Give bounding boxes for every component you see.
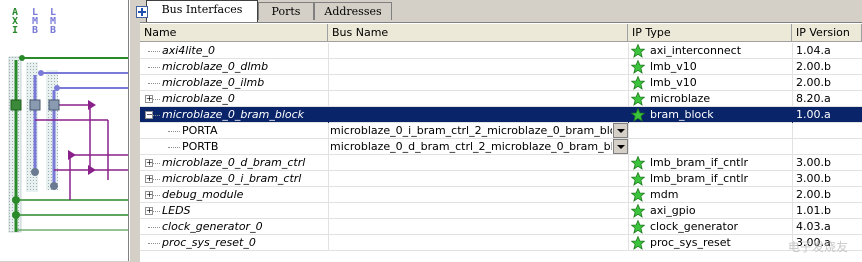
row-name: PORTA — [182, 124, 218, 137]
ip-type: lmb_v10 — [650, 76, 697, 89]
ip-version: 4.03.a — [796, 220, 831, 233]
row-name: LEDS — [162, 204, 191, 217]
column-header-ip-version[interactable]: IP Version — [792, 24, 862, 42]
star-icon — [630, 43, 646, 58]
ip-version: 2.00.b — [796, 60, 831, 73]
star-icon — [630, 155, 646, 170]
table-row[interactable]: PORTB microblaze_0_d_bram_ctrl_2_microbla… — [140, 139, 862, 155]
star-icon — [630, 59, 646, 74]
tab-addresses[interactable]: Addresses — [314, 2, 392, 20]
ip-version: 1.00.a — [796, 108, 831, 121]
ip-type: axi_gpio — [650, 204, 696, 217]
bus-connectivity-panel: AXI LMB LMB — [0, 0, 129, 261]
ip-type: mdm — [650, 188, 679, 201]
row-name: proc_sys_reset_0 — [162, 236, 256, 249]
add-filter-icon[interactable] — [136, 6, 148, 18]
ip-type: clock_generator — [650, 220, 739, 233]
chevron-down-icon[interactable] — [613, 139, 628, 154]
tab-bus-interfaces[interactable]: Bus Interfaces — [146, 0, 258, 22]
ip-version: 3.00.b — [796, 172, 831, 185]
tab-ports[interactable]: Ports — [258, 2, 314, 20]
ip-version: 8.20.a — [796, 92, 831, 105]
ip-version: 1.04.a — [796, 44, 831, 57]
table-row[interactable]: + debug_module mdm 2.00.b — [140, 187, 862, 203]
tab-bar: Bus Interfaces Ports Addresses — [134, 0, 862, 22]
expand-icon[interactable]: + — [145, 207, 153, 215]
column-header-bus-name[interactable]: Bus Name — [328, 24, 628, 42]
star-icon — [630, 91, 646, 106]
ip-type: axi_interconnect — [650, 44, 742, 57]
ip-type: lmb_bram_if_cntlr — [650, 172, 749, 185]
table-row[interactable]: microblaze_0_dlmb lmb_v10 2.00.b — [140, 59, 862, 75]
star-icon — [630, 219, 646, 234]
star-icon — [630, 75, 646, 90]
star-icon — [630, 107, 646, 122]
table-row[interactable]: + microblaze_0_d_bram_ctrl lmb_bram_if_cnt… — [140, 155, 862, 171]
row-name: microblaze_0_d_bram_ctrl — [162, 156, 306, 169]
table-row[interactable]: microblaze_0_ilmb lmb_v10 2.00.b — [140, 75, 862, 91]
row-name: PORTB — [182, 140, 219, 153]
star-icon — [630, 187, 646, 202]
ip-type: lmb_bram_if_cntlr — [650, 156, 749, 169]
expand-icon[interactable]: + — [145, 159, 153, 167]
star-icon — [630, 203, 646, 218]
row-name: microblaze_0 — [162, 92, 235, 105]
expand-icon[interactable]: + — [145, 191, 153, 199]
expand-icon[interactable]: + — [145, 95, 153, 103]
row-name: axi4lite_0 — [162, 44, 215, 57]
table-row[interactable]: proc_sys_reset_0 proc_sys_reset 3.00.a — [140, 235, 862, 251]
table-row[interactable]: axi4lite_0 axi_interconnect 1.04.a — [140, 43, 862, 59]
ip-type: proc_sys_reset — [650, 236, 731, 249]
row-name: microblaze_0_ilmb — [162, 76, 265, 89]
table-row[interactable]: clock_generator_0 clock_generator 4.03.a — [140, 219, 862, 235]
ip-version: 2.00.b — [796, 188, 831, 201]
chevron-down-icon[interactable] — [613, 123, 628, 138]
ip-version: 2.00.b — [796, 76, 831, 89]
row-name: microblaze_0_bram_block — [162, 108, 305, 121]
bus-name-select[interactable]: microblaze_0_i_bram_ctrl_2_microblaze_0_… — [330, 123, 612, 139]
expand-icon[interactable]: + — [145, 175, 153, 183]
ip-type: bram_block — [650, 108, 714, 121]
row-name: clock_generator_0 — [162, 220, 263, 233]
ip-version: 1.01.b — [796, 204, 831, 217]
bus-name-select[interactable]: microblaze_0_d_bram_ctrl_2_microblaze_0_… — [330, 139, 612, 155]
column-header-name[interactable]: Name — [140, 24, 328, 42]
bus-interfaces-table: Name Bus Name IP Type IP Version axi4lit… — [140, 22, 862, 262]
watermark: 电子发烧友 — [787, 240, 848, 254]
row-name: microblaze_0_dlmb — [162, 60, 269, 73]
table-row[interactable]: − microblaze_0_bram_block bram_block 1.00.a — [140, 107, 862, 123]
bus-diagram — [8, 55, 128, 233]
table-row[interactable]: PORTA microblaze_0_i_bram_ctrl_2_microbla… — [140, 123, 862, 139]
column-header-ip-type[interactable]: IP Type — [628, 24, 792, 42]
table-row[interactable]: + microblaze_0 microblaze 8.20.a — [140, 91, 862, 107]
table-row[interactable]: + LEDS axi_gpio 1.01.b — [140, 203, 862, 219]
ip-version: 3.00.b — [796, 156, 831, 169]
panel-splitter[interactable] — [129, 0, 134, 261]
row-name: debug_module — [162, 188, 244, 201]
collapse-icon[interactable]: − — [145, 111, 153, 119]
table-row[interactable]: + microblaze_0_i_bram_ctrl lmb_bram_if_cnt… — [140, 171, 862, 187]
star-icon — [630, 171, 646, 186]
star-icon — [630, 235, 646, 250]
row-name: microblaze_0_i_bram_ctrl — [162, 172, 302, 185]
ip-type: lmb_v10 — [650, 60, 697, 73]
ip-type: microblaze — [650, 92, 711, 105]
